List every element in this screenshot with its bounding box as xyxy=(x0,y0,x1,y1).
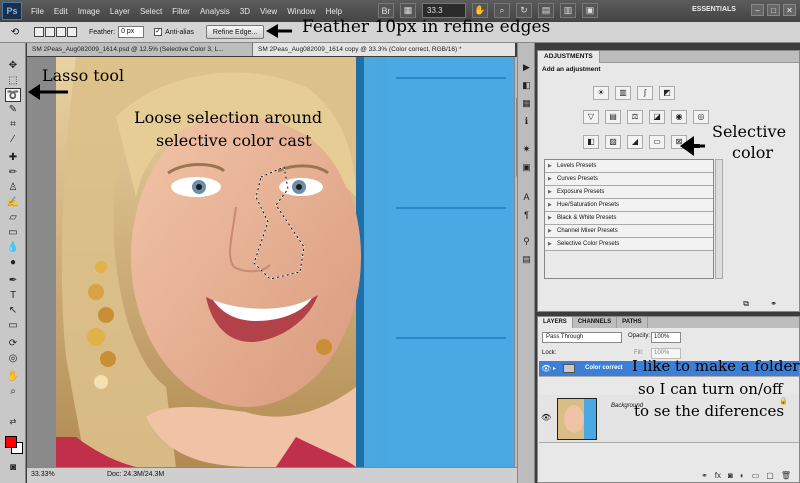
annotation-folder-line1: I like to make a folder xyxy=(632,357,800,375)
annotation-selection-line2: selective color cast xyxy=(156,131,312,150)
annotation-feather: Feather 10px in refine edges xyxy=(302,17,551,37)
annotation-folder-line2: so I can turn on/off xyxy=(638,380,783,398)
annotation-folder-line3: to se the diferences xyxy=(634,402,785,420)
annotation-selective-line1: Selective xyxy=(712,122,787,141)
annotation-selection-line1: Loose selection around xyxy=(134,108,323,127)
foreground-color-swatch[interactable] xyxy=(5,436,17,448)
annotation-selective-line2: color xyxy=(732,143,773,162)
annotation-lasso: Lasso tool xyxy=(42,66,125,85)
